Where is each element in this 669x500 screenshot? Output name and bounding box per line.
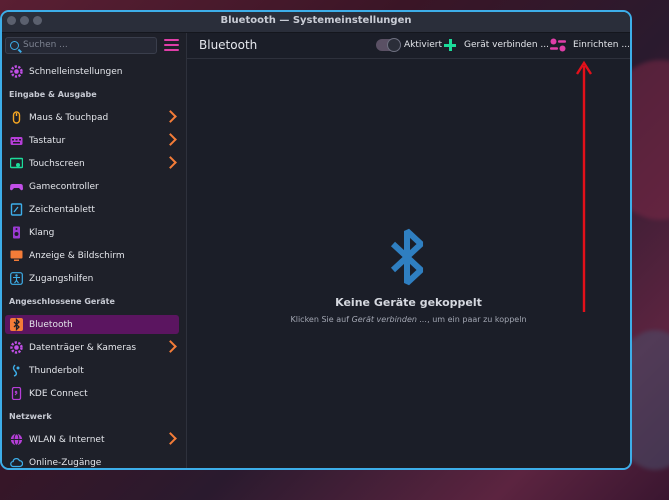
main-content: Bluetooth Aktiviert Gerät verbinden ... … [187, 33, 630, 468]
sidebar-item-drives-cameras[interactable]: Datenträger & Kameras [5, 338, 179, 357]
chevron-right-icon [164, 133, 177, 146]
annotation-arrow [575, 60, 593, 312]
display-icon [10, 249, 23, 262]
hamburger-menu-icon[interactable] [164, 39, 179, 51]
sidebar-item-mouse-touchpad[interactable]: Maus & Touchpad [5, 108, 179, 127]
empty-state: Keine Geräte gekoppelt Klicken Sie auf G… [187, 228, 630, 324]
setup-button[interactable]: Einrichten ... [573, 40, 630, 50]
section-title-connected-devices: Angeschlossene Geräte [9, 297, 115, 306]
cloud-icon [10, 456, 23, 468]
section-title-network: Netzwerk [9, 412, 52, 421]
sidebar-item-keyboard[interactable]: Tastatur [5, 131, 179, 150]
page-title: Bluetooth [199, 38, 258, 52]
bluetooth-icon [10, 318, 23, 331]
globe-icon [10, 433, 23, 446]
sidebar-item-display[interactable]: Anzeige & Bildschirm [5, 246, 179, 265]
empty-state-title: Keine Geräte gekoppelt [335, 296, 482, 309]
toggle-knob [387, 38, 401, 52]
configure-icon[interactable] [550, 38, 566, 52]
sidebar-item-drawing-tablet[interactable]: Zeichentablett [5, 200, 179, 219]
sidebar-item-wifi-internet[interactable]: WLAN & Internet [5, 430, 179, 449]
search-icon [10, 41, 19, 50]
add-icon[interactable] [444, 39, 456, 51]
section-title-input-output: Eingabe & Ausgabe [9, 90, 97, 99]
search-input[interactable]: Suchen ... [5, 37, 157, 54]
sidebar-item-gamecontroller[interactable]: Gamecontroller [5, 177, 179, 196]
bluetooth-enabled-toggle[interactable] [376, 38, 401, 52]
sidebar-item-sound[interactable]: Klang [5, 223, 179, 242]
tablet-icon [10, 203, 23, 216]
chevron-right-icon [164, 110, 177, 123]
sidebar-item-bluetooth[interactable]: Bluetooth [5, 315, 179, 334]
sidebar: Suchen ... Schnelleinstellungen Eingabe … [2, 33, 187, 468]
drive-icon [10, 341, 23, 354]
accessibility-icon [10, 272, 23, 285]
chevron-right-icon [164, 432, 177, 445]
sidebar-item-kde-connect[interactable]: KDE Connect [5, 384, 179, 403]
sidebar-item-online-accounts[interactable]: Online-Zugänge [5, 453, 179, 468]
title-bar: Bluetooth — Systemeinstellungen [2, 12, 630, 33]
search-placeholder: Suchen ... [23, 40, 68, 50]
sidebar-item-thunderbolt[interactable]: Thunderbolt [5, 361, 179, 380]
toggle-label: Aktiviert [404, 40, 442, 50]
window-title: Bluetooth — Systemeinstellungen [220, 15, 412, 26]
chevron-right-icon [164, 156, 177, 169]
bluetooth-large-icon [390, 228, 423, 286]
mouse-icon [10, 111, 23, 124]
speaker-icon [10, 226, 23, 239]
sidebar-item-touchscreen[interactable]: Touchscreen [5, 154, 179, 173]
kdeconnect-icon [10, 387, 23, 400]
sidebar-item-quick-settings[interactable]: Schnelleinstellungen [5, 62, 179, 81]
keyboard-icon [10, 134, 23, 147]
connect-device-button[interactable]: Gerät verbinden ... [464, 40, 549, 50]
touchscreen-icon [10, 157, 23, 170]
settings-window: Bluetooth — Systemeinstellungen Suchen .… [0, 10, 632, 470]
page-header: Bluetooth Aktiviert Gerät verbinden ... … [187, 33, 630, 59]
gear-icon [10, 65, 23, 78]
chevron-right-icon [164, 340, 177, 353]
empty-state-hint: Klicken Sie auf Gerät verbinden ..., um … [290, 315, 527, 324]
gamepad-icon [10, 180, 23, 193]
sidebar-item-accessibility[interactable]: Zugangshilfen [5, 269, 179, 288]
thunderbolt-icon [10, 364, 23, 377]
